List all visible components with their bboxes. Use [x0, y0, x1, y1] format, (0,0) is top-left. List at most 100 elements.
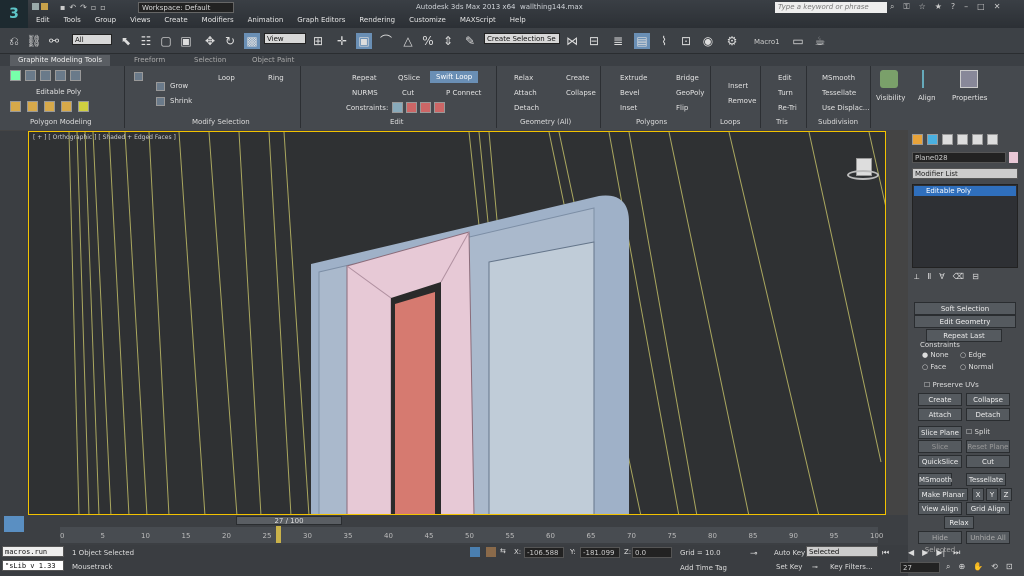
- shrink-button[interactable]: Shrink: [170, 97, 192, 105]
- flip-button[interactable]: Flip: [676, 104, 688, 112]
- edit-named-selections-icon[interactable]: ✎: [462, 33, 478, 49]
- pin-stack-icon[interactable]: ⟂: [914, 272, 919, 284]
- loop-button[interactable]: Loop: [218, 74, 235, 82]
- tessellate-cp-button[interactable]: Tessellate: [966, 473, 1006, 486]
- menu-customize[interactable]: Customize: [409, 16, 446, 27]
- macro-label[interactable]: Macro1: [754, 38, 780, 46]
- stack-item-editable-poly[interactable]: Editable Poly: [914, 186, 1016, 196]
- planar-y-button[interactable]: Y: [986, 488, 998, 501]
- panel-loops[interactable]: Loops: [720, 118, 740, 126]
- detach-cp-button[interactable]: Detach: [966, 408, 1010, 421]
- menu-tools[interactable]: Tools: [64, 16, 81, 27]
- tab-graphite-modeling-tools[interactable]: Graphite Modeling Tools: [10, 55, 111, 66]
- element-mode-icon[interactable]: [70, 70, 81, 81]
- save-icon[interactable]: ▪: [60, 3, 65, 12]
- nurms-button[interactable]: NURMS: [352, 89, 378, 97]
- view-align-button[interactable]: View Align: [918, 502, 962, 515]
- constraint-normal-icon[interactable]: [434, 102, 445, 113]
- new-file-icon[interactable]: [32, 3, 39, 10]
- utilities-tab-icon[interactable]: [987, 134, 998, 145]
- geopoly-button[interactable]: GeoPoly: [676, 89, 704, 97]
- attach-cp-button[interactable]: Attach: [918, 408, 962, 421]
- menu-modifiers[interactable]: Modifiers: [202, 16, 234, 27]
- spinner-snap-icon[interactable]: ⇕: [440, 33, 456, 49]
- attach-button[interactable]: Attach: [514, 89, 537, 97]
- properties-icon[interactable]: [960, 70, 978, 88]
- detach-button[interactable]: Detach: [514, 104, 539, 112]
- set-key-button[interactable]: Set Key: [776, 563, 802, 571]
- panel-tris[interactable]: Tris: [776, 118, 788, 126]
- search-icon[interactable]: ⌕: [890, 2, 894, 13]
- percent-snap-icon[interactable]: %: [420, 33, 436, 49]
- object-color-swatch[interactable]: [1009, 152, 1018, 163]
- unhide-all-button[interactable]: Unhide All: [966, 531, 1010, 544]
- object-name-field[interactable]: Plane028: [912, 152, 1006, 163]
- minimize-icon[interactable]: –: [964, 2, 968, 13]
- ring-button[interactable]: Ring: [268, 74, 284, 82]
- unlink-icon[interactable]: ⚯: [46, 33, 62, 49]
- collapse-stack-icon[interactable]: [44, 101, 55, 112]
- edit-geometry-rollout[interactable]: Edit Geometry: [914, 315, 1016, 328]
- maximize-viewport-icon[interactable]: ⊡: [1006, 562, 1013, 573]
- editable-poly-label[interactable]: Editable Poly: [36, 88, 81, 96]
- panel-subdivision[interactable]: Subdivision: [818, 118, 858, 126]
- key-selection-dropdown[interactable]: Selected: [806, 546, 878, 557]
- shrink-icon[interactable]: [156, 97, 165, 106]
- slice-button[interactable]: Slice: [918, 440, 962, 453]
- mirror-icon[interactable]: ⋈: [564, 33, 580, 49]
- make-unique-icon[interactable]: ∀: [939, 272, 944, 284]
- redo-icon[interactable]: ↷: [80, 3, 87, 12]
- bevel-button[interactable]: Bevel: [620, 89, 640, 97]
- panel-geometry-all[interactable]: Geometry (All): [520, 118, 571, 126]
- render-frame-icon[interactable]: ▭: [790, 33, 806, 49]
- current-frame-field[interactable]: 27: [900, 562, 940, 573]
- swift-loop-button[interactable]: Swift Loop: [430, 71, 479, 83]
- vertex-mode-icon[interactable]: [10, 70, 21, 81]
- tab-freeform[interactable]: Freeform: [126, 55, 173, 66]
- select-loop-icon[interactable]: [134, 72, 143, 81]
- panel-modify-selection[interactable]: Modify Selection: [192, 118, 250, 126]
- repeat-button[interactable]: Repeat: [352, 74, 377, 82]
- communication-icon[interactable]: ☆: [919, 2, 926, 13]
- visibility-icon[interactable]: [880, 70, 898, 88]
- app-logo-icon[interactable]: 3: [0, 0, 28, 28]
- tris-edit-button[interactable]: Edit: [778, 74, 792, 82]
- undo-icon[interactable]: ↶: [69, 3, 76, 12]
- select-object-icon[interactable]: ⬉: [118, 33, 134, 49]
- render-production-icon[interactable]: ☕: [812, 33, 828, 49]
- window-crossing-icon[interactable]: ▣: [178, 33, 194, 49]
- constraint-edge-icon[interactable]: [406, 102, 417, 113]
- menu-animation[interactable]: Animation: [248, 16, 284, 27]
- reset-plane-button[interactable]: Reset Plane: [966, 440, 1010, 453]
- motion-tab-icon[interactable]: [957, 134, 968, 145]
- time-slider[interactable]: 27 / 100: [236, 516, 342, 525]
- split-checkbox[interactable]: ☐ Split: [966, 428, 990, 436]
- material-editor-icon[interactable]: ◉: [700, 33, 716, 49]
- angle-snap-icon[interactable]: △: [400, 33, 416, 49]
- inset-button[interactable]: Inset: [620, 104, 637, 112]
- preserve-uvs-checkbox[interactable]: ☐ Preserve UVs: [924, 381, 979, 389]
- rect-selection-icon[interactable]: ▢: [158, 33, 174, 49]
- subscription-icon[interactable]: ⚿: [903, 2, 909, 13]
- use-displacement-button[interactable]: Use Displac...: [822, 104, 870, 112]
- close-icon[interactable]: ✕: [994, 2, 1001, 13]
- favorites-icon[interactable]: ★: [935, 2, 942, 13]
- panel-polygons[interactable]: Polygons: [636, 118, 667, 126]
- display-tab-icon[interactable]: [972, 134, 983, 145]
- modifier-list-dropdown[interactable]: Modifier List: [912, 168, 1018, 179]
- play-icon[interactable]: ▶: [922, 548, 928, 559]
- grid-align-button[interactable]: Grid Align: [966, 502, 1010, 515]
- show-end-result-icon[interactable]: [27, 101, 38, 112]
- menu-maxscript[interactable]: MAXScript: [460, 16, 496, 27]
- properties-button[interactable]: Properties: [952, 94, 987, 102]
- select-link-icon[interactable]: ⛓: [26, 33, 42, 49]
- previous-frame-icon[interactable]: ◀: [908, 548, 914, 559]
- schematic-view-icon[interactable]: ⊡: [678, 33, 694, 49]
- border-mode-icon[interactable]: [40, 70, 51, 81]
- remove-loop-button[interactable]: Remove: [728, 97, 756, 105]
- go-to-start-icon[interactable]: ⏮: [882, 548, 906, 558]
- menu-create[interactable]: Create: [164, 16, 187, 27]
- msmooth-button[interactable]: MSmooth: [822, 74, 855, 82]
- constraint-none-radio[interactable]: ● None: [922, 351, 949, 359]
- menu-views[interactable]: Views: [130, 16, 150, 27]
